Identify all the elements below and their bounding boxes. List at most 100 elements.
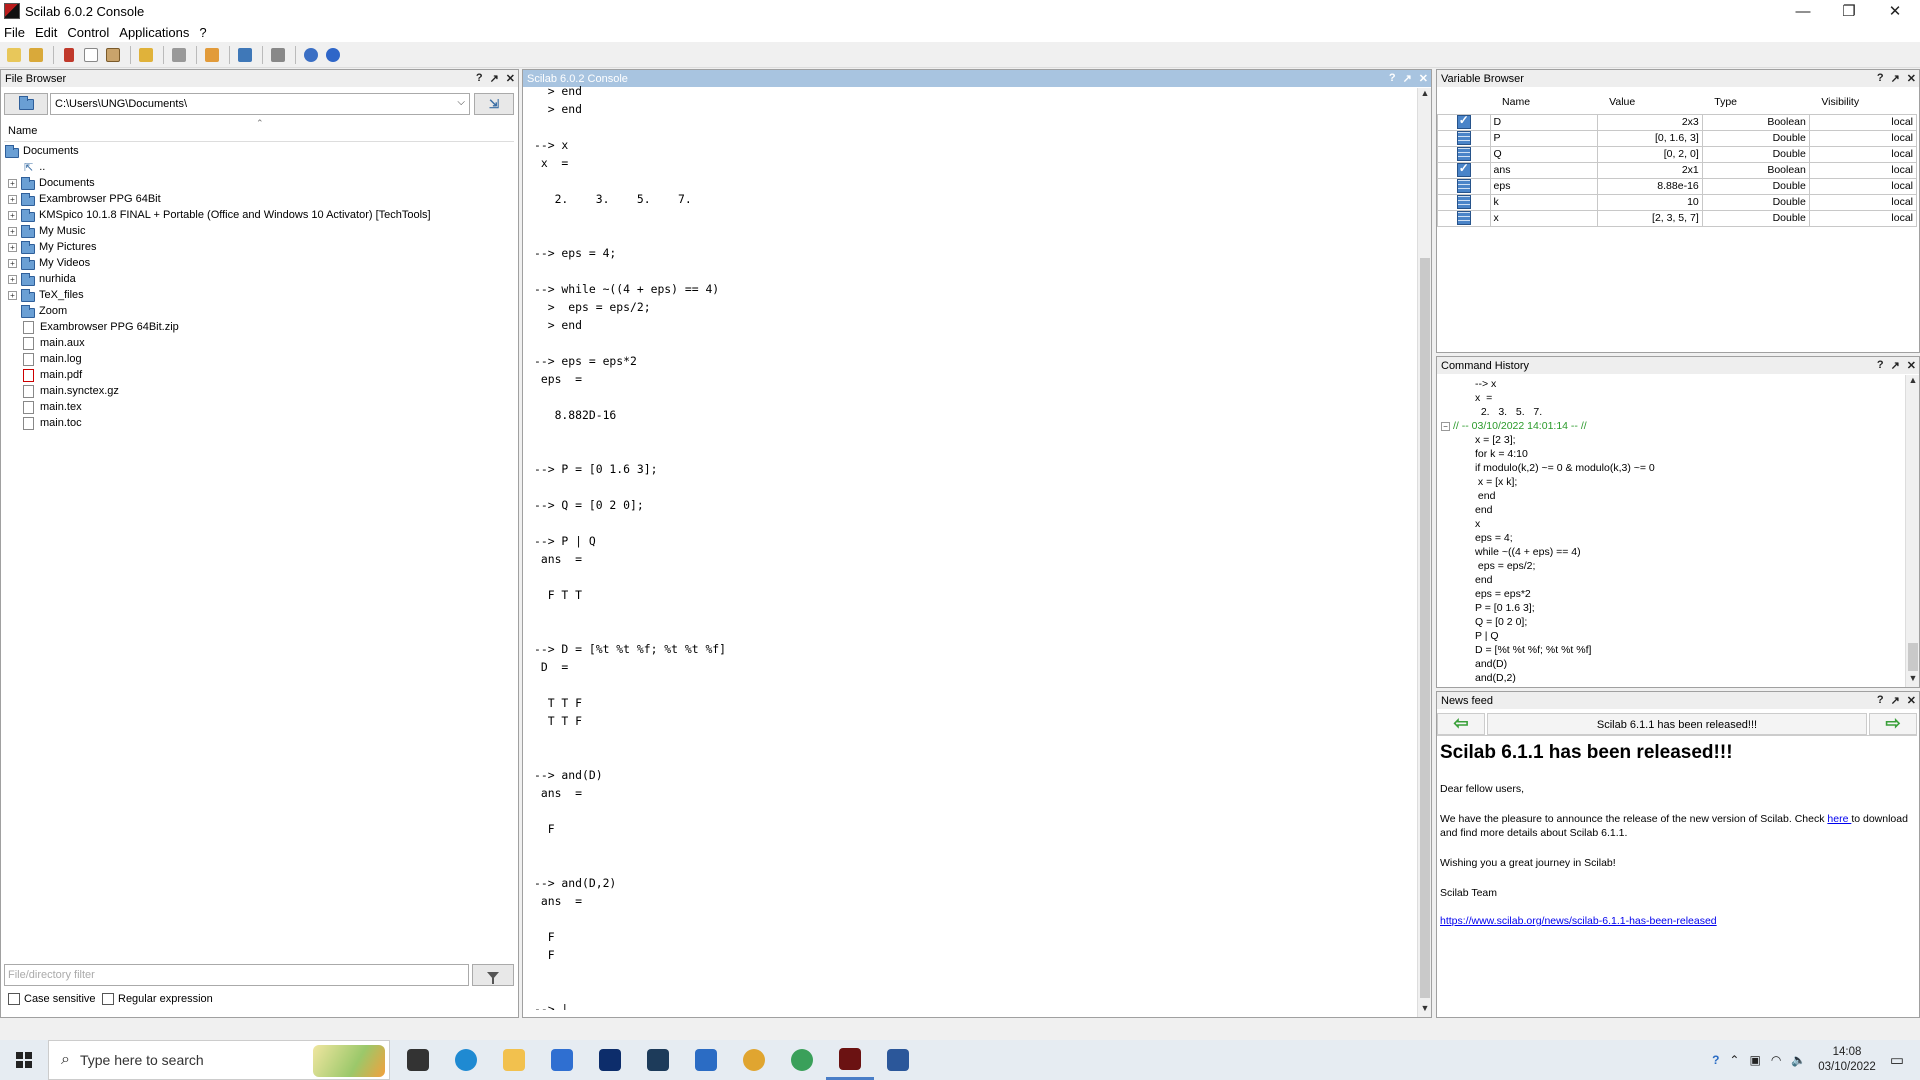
taskbar-dropbox-button[interactable]	[586, 1040, 634, 1080]
history-entry[interactable]: x = [x k];	[1441, 475, 1901, 489]
col-visibility[interactable]: Visibility	[1809, 90, 1916, 114]
history-entry[interactable]: x = [2 3];	[1441, 433, 1901, 447]
taskbar-chrome-1-button[interactable]	[730, 1040, 778, 1080]
maximize-button[interactable]: ❐	[1826, 0, 1872, 22]
taskbar-word-button[interactable]	[874, 1040, 922, 1080]
tree-item[interactable]: main.synctex.gz	[4, 383, 514, 399]
history-entry[interactable]: D = [%t %t %f; %t %t %f]	[1441, 643, 1901, 657]
panel-help-icon[interactable]: ?	[476, 72, 483, 85]
history-entry[interactable]: end	[1441, 489, 1901, 503]
panel-help-icon[interactable]: ?	[1877, 359, 1884, 372]
history-entry[interactable]: eps = eps/2;	[1441, 559, 1901, 573]
expand-icon[interactable]: +	[8, 194, 17, 204]
history-entry[interactable]: if modulo(k,2) ~= 0 & modulo(k,3) ~= 0	[1441, 461, 1901, 475]
case-sensitive-option[interactable]: Case sensitive	[8, 993, 96, 1005]
tree-item[interactable]: + Exambrowser PPG 64Bit	[4, 191, 514, 207]
file-list-header[interactable]: Name ⌃	[4, 118, 514, 142]
tree-item[interactable]: + TeX_files	[4, 287, 514, 303]
variable-row[interactable]: x [2, 3, 5, 7] Double local	[1437, 209, 1918, 227]
panel-undock-icon[interactable]: ↗	[1891, 694, 1900, 707]
change-directory-button[interactable]	[136, 45, 156, 65]
wifi-icon[interactable]: ◠	[1771, 1053, 1781, 1067]
variable-row[interactable]: D2x3Booleanlocal	[1437, 113, 1918, 131]
chevron-down-icon[interactable]: ⌵	[457, 97, 465, 108]
expand-icon[interactable]: +	[8, 290, 17, 300]
history-entry[interactable]: and(D,2)	[1441, 671, 1901, 685]
console-scrollbar[interactable]: ▲ ▼	[1417, 88, 1431, 1017]
name-column[interactable]: Name	[8, 125, 37, 137]
close-button[interactable]: ✕	[1872, 0, 1918, 22]
scroll-up-icon[interactable]: ▲	[1906, 375, 1920, 389]
history-entry[interactable]: for k = 4:10	[1441, 447, 1901, 461]
open-file-button[interactable]	[26, 45, 46, 65]
help-tray-icon[interactable]: ?	[1712, 1053, 1719, 1067]
filter-button[interactable]	[472, 964, 514, 986]
tree-item[interactable]: + KMSpico 10.1.8 FINAL + Portable (Office…	[4, 207, 514, 223]
next-news-button[interactable]: ⇨	[1869, 712, 1917, 735]
expand-icon[interactable]: +	[8, 242, 17, 252]
history-entry[interactable]: x	[1441, 517, 1901, 531]
panel-undock-icon[interactable]: ↗	[1891, 359, 1900, 372]
go-up-button[interactable]: ⇲	[474, 93, 514, 115]
taskbar-edge-button[interactable]	[442, 1040, 490, 1080]
help-button[interactable]	[323, 45, 343, 65]
panel-close-icon[interactable]: ✕	[506, 72, 515, 85]
new-script-button[interactable]	[4, 45, 24, 65]
taskbar-file-explorer-button[interactable]	[490, 1040, 538, 1080]
history-list[interactable]: --> xx = 2. 3. 5. 7. −// -- 03/10/2022 14…	[1441, 377, 1901, 685]
history-scrollbar[interactable]: ▲ ▼	[1905, 375, 1919, 687]
panel-help-icon[interactable]: ?	[1877, 694, 1884, 707]
cut-button[interactable]	[59, 45, 79, 65]
variable-row[interactable]: k 10 Double local	[1437, 193, 1918, 211]
taskbar-search[interactable]: ⌕ Type here to search	[48, 1040, 390, 1080]
history-entry[interactable]: eps = 4;	[1441, 531, 1901, 545]
regex-option[interactable]: Regular expression	[102, 993, 213, 1005]
demonstrations-button[interactable]	[301, 45, 321, 65]
taskbar-powershell-app-button[interactable]	[634, 1040, 682, 1080]
scroll-down-icon[interactable]: ▼	[1418, 1003, 1432, 1017]
history-entry[interactable]: P = [0 1.6 3];	[1441, 601, 1901, 615]
console-output[interactable]: > end > end --> x x = 2. 3. 5. 7. --> eps …	[524, 82, 1404, 1010]
panel-close-icon[interactable]: ✕	[1907, 72, 1916, 85]
tree-item[interactable]: + nurhida	[4, 271, 514, 287]
history-entry[interactable]: 2. 3. 5. 7.	[1441, 405, 1901, 419]
menu-applications[interactable]: Applications	[119, 25, 189, 40]
console-scroll-thumb[interactable]	[1420, 258, 1430, 998]
taskbar-chrome-2-button[interactable]	[778, 1040, 826, 1080]
notifications-icon[interactable]: ▭	[1890, 1051, 1904, 1069]
chevron-up-icon[interactable]: ⌃	[1729, 1053, 1739, 1067]
tree-item[interactable]: main.log	[4, 351, 514, 367]
menu-help[interactable]: ?	[199, 25, 206, 40]
news-here-link[interactable]: here	[1827, 813, 1851, 825]
variable-row[interactable]: Q [0, 2, 0] Double local	[1437, 145, 1918, 163]
news-url-link[interactable]: https://www.scilab.org/news/scilab-6.1.1…	[1440, 915, 1717, 927]
expand-icon[interactable]: +	[8, 274, 17, 284]
meet-now-icon[interactable]: ▣	[1749, 1053, 1760, 1067]
col-value[interactable]: Value	[1597, 90, 1702, 114]
minimize-button[interactable]: —	[1780, 0, 1826, 22]
taskbar-mail-button[interactable]	[682, 1040, 730, 1080]
browse-folder-button[interactable]	[4, 93, 48, 115]
collapse-icon[interactable]: −	[1441, 421, 1450, 431]
menu-edit[interactable]: Edit	[35, 25, 57, 40]
path-combo[interactable]: C:\Users\UNG\Documents\ ⌵	[50, 93, 470, 115]
module-manager-button[interactable]	[268, 45, 288, 65]
history-entry[interactable]: x =	[1441, 391, 1901, 405]
expand-icon[interactable]: +	[8, 226, 17, 236]
scroll-up-icon[interactable]: ▲	[1418, 88, 1432, 102]
scinotes-button[interactable]	[235, 45, 255, 65]
variable-row[interactable]: P [0, 1.6, 3] Double local	[1437, 129, 1918, 147]
col-type[interactable]: Type	[1702, 90, 1809, 114]
previous-news-button[interactable]: ⇦	[1437, 712, 1485, 735]
panel-close-icon[interactable]: ✕	[1907, 694, 1916, 707]
history-entry[interactable]: P | Q	[1441, 629, 1901, 643]
tree-root[interactable]: Documents	[4, 143, 514, 159]
history-entry[interactable]: while ~((4 + eps) == 4)	[1441, 545, 1901, 559]
panel-undock-icon[interactable]: ↗	[1891, 72, 1900, 85]
history-entry[interactable]: end	[1441, 573, 1901, 587]
tree-item[interactable]: main.tex	[4, 399, 514, 415]
history-entry[interactable]: Q = [0 2 0];	[1441, 615, 1901, 629]
expand-icon[interactable]: +	[8, 178, 17, 188]
start-button[interactable]	[0, 1040, 48, 1080]
file-filter-input[interactable]: File/directory filter	[4, 964, 469, 986]
